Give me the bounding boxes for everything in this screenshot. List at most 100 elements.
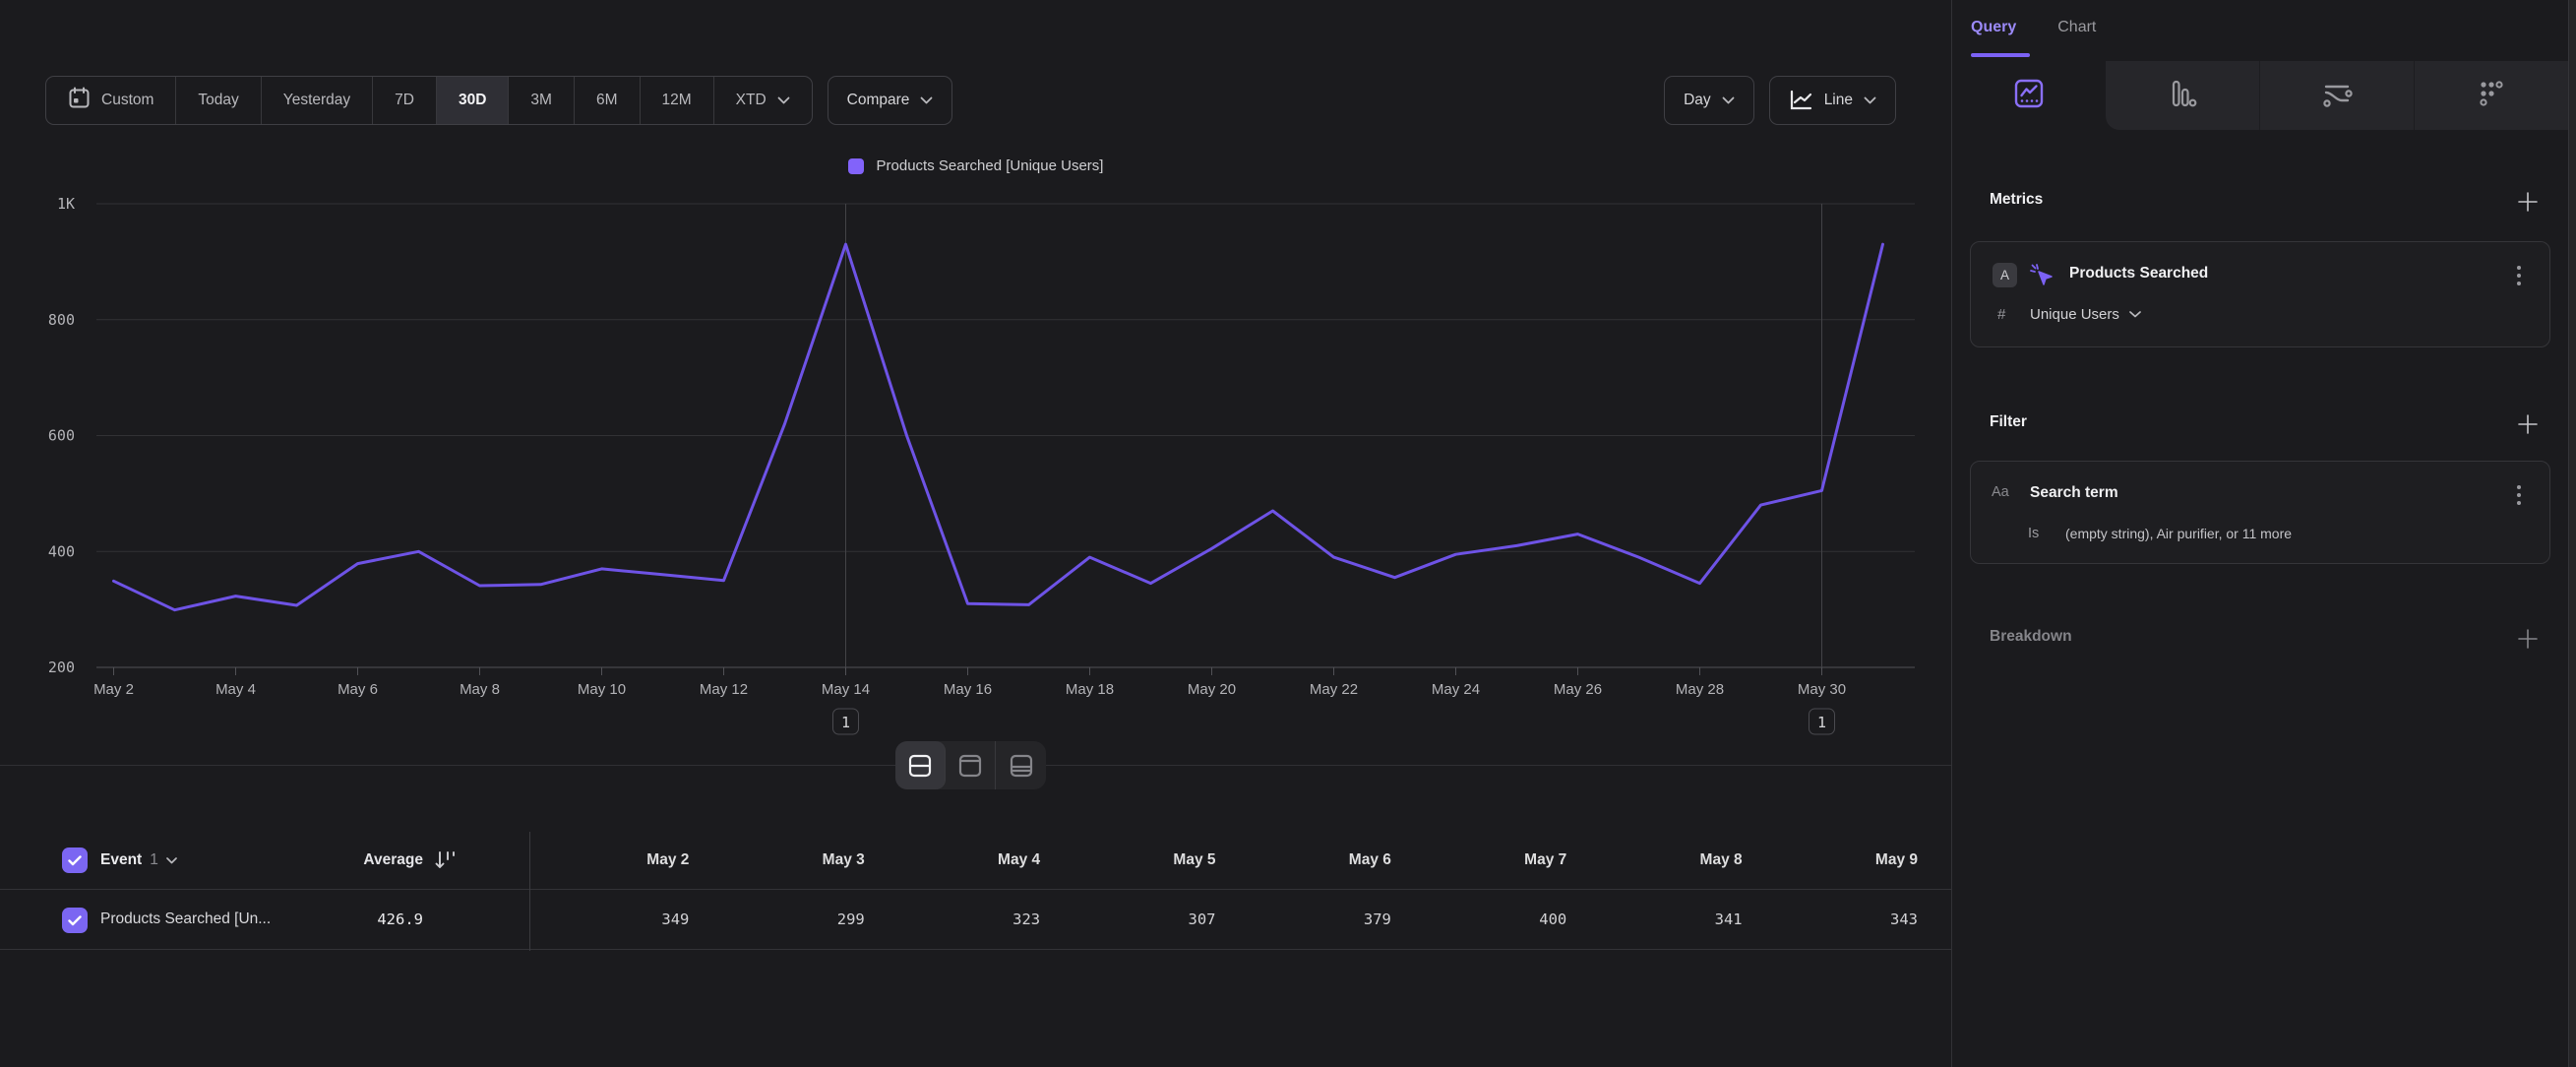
x-axis-label: May 28 <box>1676 681 1724 698</box>
range-label: Today <box>198 92 238 109</box>
range-today[interactable]: Today <box>176 77 261 124</box>
range-label: Custom <box>101 92 153 109</box>
table-row[interactable]: Products Searched [Un... 426.9 349299323… <box>0 889 1951 950</box>
date-column-header[interactable]: May 9 <box>1743 832 1918 889</box>
chart-only-view-button[interactable] <box>946 741 996 789</box>
metric-menu-button[interactable] <box>2508 264 2530 287</box>
y-axis-label: 1K <box>57 195 75 213</box>
range-custom[interactable]: Custom <box>46 77 176 124</box>
date-column-header[interactable]: May 6 <box>1216 832 1391 889</box>
chevron-down-icon <box>1864 96 1876 104</box>
filter-property-name[interactable]: Search term <box>2030 484 2118 502</box>
range-xtd[interactable]: XTD <box>714 77 812 124</box>
metric-name[interactable]: Products Searched <box>2069 265 2208 282</box>
report-type-tab-flows[interactable] <box>2260 61 2415 130</box>
series-line-products-searched[interactable] <box>114 244 1883 610</box>
chart-legend: Products Searched [Unique Users] <box>0 157 1951 174</box>
select-all-checkbox[interactable] <box>62 847 88 873</box>
row-average-value: 426.9 <box>236 890 423 949</box>
report-type-tab-insights-line-chart[interactable] <box>1952 61 2106 130</box>
x-axis-label: May 4 <box>215 681 256 698</box>
x-axis-label: May 16 <box>944 681 992 698</box>
event-column-header[interactable]: Event 1 <box>100 832 177 889</box>
date-column-header[interactable]: May 8 <box>1566 832 1742 889</box>
add-metric-button[interactable] <box>2515 189 2541 215</box>
range-yesterday[interactable]: Yesterday <box>262 77 373 124</box>
sort-descending-icon[interactable] <box>433 847 459 878</box>
cell-value: 343 <box>1743 890 1918 949</box>
average-label: Average <box>363 851 423 869</box>
tab-chart[interactable]: Chart <box>2057 19 2096 36</box>
breakdown-heading: Breakdown <box>1990 628 2072 646</box>
range-label: 30D <box>459 92 486 109</box>
scrollbar-track[interactable] <box>2568 0 2576 1067</box>
filter-heading: Filter <box>1990 413 2027 431</box>
chevron-down-icon <box>2129 311 2141 318</box>
aggregation-label: Unique Users <box>2030 306 2119 323</box>
add-breakdown-button[interactable] <box>2515 626 2541 652</box>
legend-swatch <box>848 158 864 174</box>
granularity-label: Day <box>1684 92 1711 109</box>
split-view-button[interactable] <box>895 741 946 789</box>
x-axis-label: May 24 <box>1432 681 1480 698</box>
range-label: 7D <box>395 92 414 109</box>
x-axis-label: May 18 <box>1066 681 1114 698</box>
cell-value: 299 <box>689 890 864 949</box>
date-column-header[interactable]: May 2 <box>514 832 689 889</box>
chevron-down-icon <box>1722 96 1735 104</box>
x-axis-label: May 8 <box>460 681 500 698</box>
range-3m[interactable]: 3M <box>509 77 575 124</box>
x-axis-label: May 12 <box>700 681 748 698</box>
plus-icon <box>2516 412 2540 436</box>
date-column-header[interactable]: May 5 <box>1040 832 1215 889</box>
active-tab-underline <box>1971 53 2030 57</box>
chart-controls: Day Line <box>1664 76 1896 125</box>
report-type-tabs <box>1952 61 2568 130</box>
range-7d[interactable]: 7D <box>373 77 437 124</box>
chart-type-button[interactable]: Line <box>1769 76 1896 125</box>
table-only-view-button[interactable] <box>996 741 1046 789</box>
date-column-header[interactable]: May 7 <box>1391 832 1566 889</box>
line-chart[interactable]: 1K800600400200May 2May 4May 6May 8May 10… <box>0 192 1951 763</box>
add-filter-button[interactable] <box>2515 411 2541 437</box>
event-label: Event <box>100 851 142 869</box>
bar-chart-icon <box>2166 77 2199 115</box>
metric-card-row1: A Products Searched <box>1971 262 2549 289</box>
chevron-down-icon <box>920 96 933 104</box>
row-checkbox[interactable] <box>62 908 88 933</box>
metric-card[interactable]: A Products Searched # Unique Users <box>1970 241 2550 347</box>
grid-dots-icon <box>2475 77 2508 115</box>
granularity-button[interactable]: Day <box>1664 76 1754 125</box>
aggregation-selector[interactable]: Unique Users <box>2030 306 2141 323</box>
compare-button[interactable]: Compare <box>828 76 953 125</box>
metrics-heading: Metrics <box>1990 191 2043 209</box>
report-type-tab-bar-chart[interactable] <box>2106 61 2260 130</box>
range-6m[interactable]: 6M <box>575 77 641 124</box>
view-toggle <box>895 741 1046 789</box>
filter-card[interactable]: Aa Search term Is (empty string), Air pu… <box>1970 461 2550 564</box>
aggregation-prefix: # <box>1997 306 2005 323</box>
date-column-header[interactable]: May 4 <box>865 832 1040 889</box>
plus-icon <box>2516 190 2540 214</box>
range-30d[interactable]: 30D <box>437 77 509 124</box>
date-column-header[interactable]: May 3 <box>689 832 864 889</box>
range-label: 6M <box>596 92 618 109</box>
range-12m[interactable]: 12M <box>641 77 714 124</box>
range-label: 3M <box>530 92 552 109</box>
filter-operator[interactable]: Is <box>2028 526 2039 541</box>
x-axis-label: May 6 <box>337 681 378 698</box>
tab-query[interactable]: Query <box>1971 19 2016 36</box>
query-sidebar: Query Chart Metrics A Products Searched … <box>1952 0 2568 1067</box>
report-type-tab-grid-dots[interactable] <box>2415 61 2568 130</box>
filter-card-row1: Aa Search term <box>1971 481 2549 509</box>
check-icon <box>68 915 82 926</box>
cell-value: 400 <box>1391 890 1566 949</box>
toolbar: Custom Today Yesterday 7D 30D 3M 6M 12MXTD Comp… <box>45 76 1896 125</box>
filter-menu-button[interactable] <box>2508 483 2530 507</box>
line-chart-icon <box>1789 90 1813 111</box>
average-column-header[interactable]: Average <box>236 832 423 889</box>
filter-value[interactable]: (empty string), Air purifier, or 11 more <box>2065 526 2292 541</box>
annotation-badge-label: 1 <box>841 714 850 731</box>
x-axis-label: May 14 <box>822 681 870 698</box>
check-icon <box>68 855 82 866</box>
